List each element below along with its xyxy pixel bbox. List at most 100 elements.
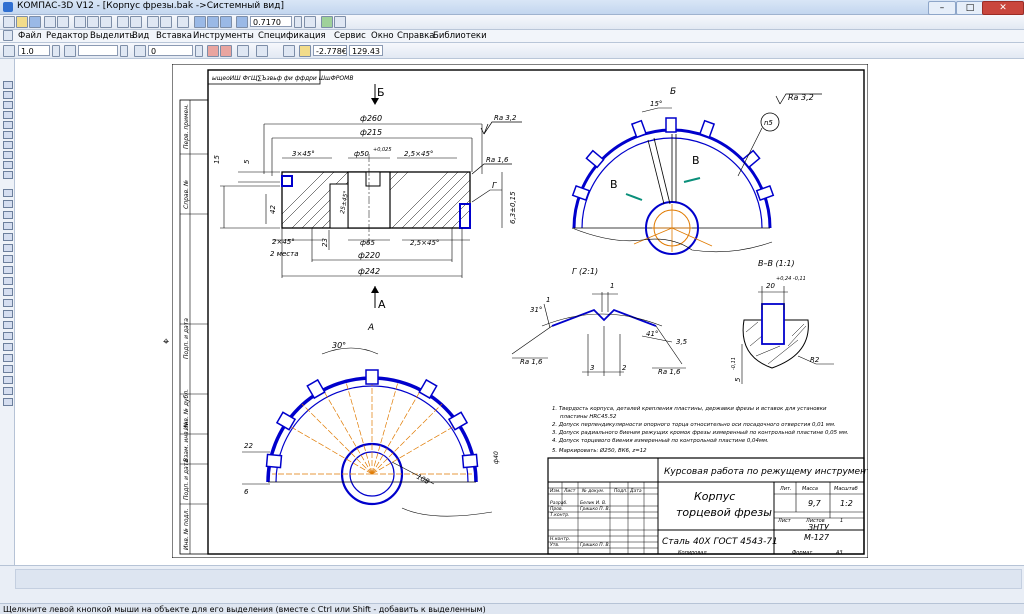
dim-chamfer-25x45: 2,5×45°: [404, 150, 433, 158]
dimensions-tool-icon[interactable]: [3, 91, 13, 99]
ellipse-tool-icon[interactable]: [3, 244, 13, 252]
break-line-tool-icon[interactable]: [3, 376, 13, 384]
dim-d242: ф242: [358, 267, 380, 276]
local-cs-icon[interactable]: [283, 45, 295, 57]
dim-g-2: 2: [622, 364, 627, 372]
cursor-coord-icon[interactable]: [299, 45, 311, 57]
zoom-window-icon[interactable]: [207, 16, 219, 28]
view-dropdown-icon[interactable]: [120, 45, 128, 57]
menu-select[interactable]: Выделить: [90, 31, 135, 41]
dim-6: 6: [244, 488, 249, 496]
dim-d220: ф220: [358, 251, 380, 260]
table-tool-icon[interactable]: [3, 354, 13, 362]
tb-sheet: Лист: [777, 518, 792, 524]
menu-libraries[interactable]: Библиотеки: [433, 31, 487, 41]
chamfer-tool-icon[interactable]: [3, 288, 13, 296]
menu-editor[interactable]: Редактор: [46, 31, 88, 41]
dim-g-3: 3: [590, 364, 594, 372]
tb-format: Формат: [792, 550, 813, 556]
grid-icon[interactable]: [64, 45, 76, 57]
menu-view[interactable]: Вид: [132, 31, 149, 41]
preview-icon[interactable]: [57, 16, 69, 28]
equidistant-tool-icon[interactable]: [3, 332, 13, 340]
regenerate-icon[interactable]: [321, 16, 333, 28]
collection-tool-icon[interactable]: [3, 365, 13, 373]
fillet-tool-icon[interactable]: [3, 299, 13, 307]
copy-icon[interactable]: [87, 16, 99, 28]
edit-tool-icon[interactable]: [3, 111, 13, 119]
measure-tool-icon[interactable]: [3, 131, 13, 139]
coord-y-field[interactable]: 129.43: [349, 45, 383, 56]
circle-tool-icon[interactable]: [3, 222, 13, 230]
line-style-icon[interactable]: [207, 45, 219, 57]
grid-toggle-icon[interactable]: [237, 45, 249, 57]
layer-tool-icon[interactable]: [3, 398, 13, 406]
paste-icon[interactable]: [100, 16, 112, 28]
status-bar: Щелкните левой кнопкой мыши на объекте д…: [0, 603, 1024, 614]
polygon-tool-icon[interactable]: [3, 277, 13, 285]
step-icon[interactable]: [3, 45, 15, 57]
view-tool-icon[interactable]: [3, 387, 13, 395]
arc-tool-icon[interactable]: [3, 233, 13, 241]
segment-tool-icon[interactable]: [3, 200, 13, 208]
zoom-out-icon[interactable]: [220, 16, 232, 28]
pan-icon[interactable]: [304, 16, 316, 28]
menu-file[interactable]: Файл: [18, 31, 41, 41]
properties-icon[interactable]: [117, 16, 129, 28]
view-field[interactable]: [78, 45, 118, 56]
text-tool-icon[interactable]: [3, 343, 13, 351]
reports-tool-icon[interactable]: [3, 161, 13, 169]
save-icon[interactable]: [29, 16, 41, 28]
point-tool-icon[interactable]: [3, 189, 13, 197]
layer-icon[interactable]: [134, 45, 146, 57]
menu-service[interactable]: Сервис: [334, 31, 366, 41]
designations-tool-icon[interactable]: [3, 101, 13, 109]
menu-help[interactable]: Справка: [397, 31, 434, 41]
tb-tkontr: Т.контр.: [550, 512, 570, 518]
properties-strip[interactable]: [15, 569, 1022, 589]
zoom-value-field[interactable]: 0.7170: [250, 16, 292, 27]
layer-field[interactable]: 0: [148, 45, 193, 56]
menu-specification[interactable]: Спецификация: [258, 31, 326, 41]
layer-dropdown-icon[interactable]: [195, 45, 203, 57]
snap-icon[interactable]: [220, 45, 232, 57]
maximize-button[interactable]: □: [956, 1, 984, 15]
coord-x-field[interactable]: -2.778€: [313, 45, 347, 56]
menu-window[interactable]: Окно: [371, 31, 394, 41]
contour-tool-icon[interactable]: [3, 321, 13, 329]
insert-tool-icon[interactable]: [3, 171, 13, 179]
hatch-tool-icon[interactable]: [3, 310, 13, 318]
select-tool-icon[interactable]: [3, 141, 13, 149]
scale-dropdown-icon[interactable]: [52, 45, 60, 57]
parametrize-tool-icon[interactable]: [3, 121, 13, 129]
aux-line-tool-icon[interactable]: [3, 211, 13, 219]
tb-lit: Лит.: [779, 486, 792, 492]
material: Сталь 40Х ГОСТ 4543-71: [662, 537, 778, 547]
print-icon[interactable]: [44, 16, 56, 28]
minimize-button[interactable]: –: [928, 1, 956, 15]
dim-5: 5: [243, 159, 251, 164]
open-folder-icon[interactable]: [16, 16, 28, 28]
geometry-tool-icon[interactable]: [3, 81, 13, 89]
new-file-icon[interactable]: [3, 16, 15, 28]
spline-tool-icon[interactable]: [3, 255, 13, 263]
library-icon[interactable]: [130, 16, 142, 28]
line-scale-field[interactable]: 1.0: [18, 45, 50, 56]
menu-insert[interactable]: Вставка: [156, 31, 192, 41]
redo-icon[interactable]: [160, 16, 172, 28]
dim-chamfer-2x45: 2×45°: [272, 238, 295, 246]
spec-tool-icon[interactable]: [3, 151, 13, 159]
cut-icon[interactable]: [74, 16, 86, 28]
close-button[interactable]: ✕: [982, 1, 1024, 15]
zoom-dropdown-icon[interactable]: [294, 16, 302, 28]
menu-tools[interactable]: Инструменты: [193, 31, 254, 41]
rectangle-tool-icon[interactable]: [3, 266, 13, 274]
show-all-icon[interactable]: [334, 16, 346, 28]
dim-d215: ф215: [360, 128, 382, 137]
zoom-in-icon[interactable]: [194, 16, 206, 28]
undo-icon[interactable]: [147, 16, 159, 28]
help-cursor-icon[interactable]: [177, 16, 189, 28]
drawing-sheet[interactable]: Перв. примен. Справ. № Подп. и дата Инв.…: [172, 64, 868, 558]
ortho-icon[interactable]: [256, 45, 268, 57]
zoom-scale-icon[interactable]: [236, 16, 248, 28]
